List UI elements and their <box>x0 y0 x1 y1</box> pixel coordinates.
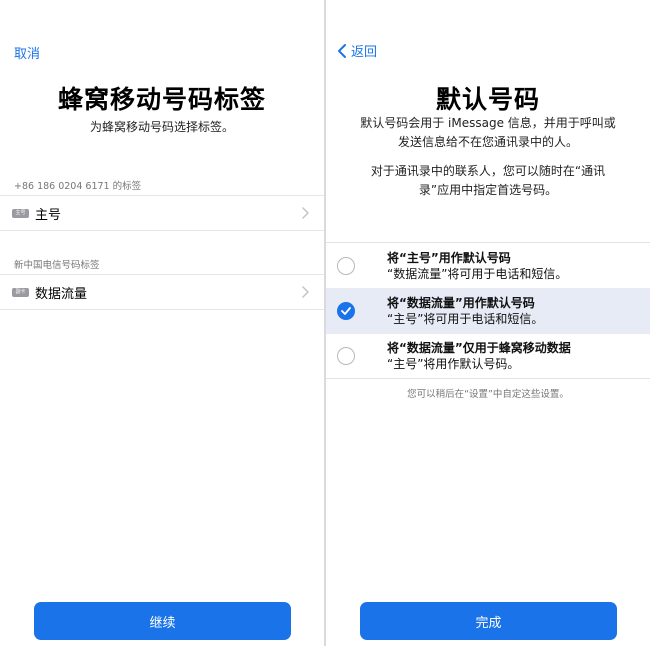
settings-footnote: 您可以稍后在“设置”中自定这些设置。 <box>407 389 569 400</box>
label-row-secondary[interactable]: 副卡 数据流量 <box>0 274 324 310</box>
page-subtitle: 为蜂窝移动号码选择标签。 <box>89 120 234 134</box>
chevron-right-icon <box>302 286 309 298</box>
option-title: 将“数据流量”用作默认号码 <box>387 296 535 310</box>
cancel-button[interactable]: 取消 <box>14 43 40 62</box>
page-title: 默认号码 <box>435 85 540 114</box>
section-label-secondary-number: 新中国电信号码标签 <box>14 260 100 271</box>
contacts-note-line: 对于通讯录中的联系人，您可以随时在“通讯 <box>370 164 606 178</box>
label-row-primary-text: 主号 <box>35 207 62 223</box>
radio-unchecked-icon <box>337 256 355 275</box>
option-data-default[interactable]: 将“数据流量”用作默认号码 “主号”将可用于电话和短信。 <box>326 288 650 333</box>
continue-button[interactable]: 继续 <box>34 602 291 640</box>
page-title: 蜂窝移动号码标签 <box>57 85 266 114</box>
cellular-label-screen: 取消 蜂窝移动号码标签 为蜂窝移动号码选择标签。 +86 186 0204 61… <box>0 0 324 646</box>
description-line: 默认号码会用于 iMessage 信息，并用于呼叫或 <box>360 116 616 130</box>
option-data-only[interactable]: 将“数据流量”仅用于蜂窝移动数据 “主号”将用作默认号码。 <box>326 333 650 378</box>
line-tag-badge: 副卡 <box>12 287 29 297</box>
option-title: 将“主号”用作默认号码 <box>387 250 511 265</box>
option-detail: “主号”将用作默认号码。 <box>387 357 520 371</box>
back-button[interactable]: 返回 <box>336 41 377 60</box>
chevron-right-icon <box>302 207 309 219</box>
label-row-primary[interactable]: 主号 主号 <box>0 195 324 231</box>
default-number-options: 将“主号”用作默认号码 “数据流量”将可用于电话和短信。 将“数据流量”用作默认… <box>326 242 650 379</box>
default-number-screen: 返回 默认号码 默认号码会用于 iMessage 信息，并用于呼叫或 发送信息给… <box>326 0 650 646</box>
contacts-note-line: 录”应用中指定首选号码。 <box>418 183 558 197</box>
section-label-primary-number: +86 186 0204 6171 的标签 <box>14 181 142 192</box>
label-row-secondary-text: 数据流量 <box>35 286 88 302</box>
option-title: 将“数据流量”仅用于蜂窝移动数据 <box>387 341 571 355</box>
description-line: 发送信息给不在您通讯录中的人。 <box>397 135 578 149</box>
option-detail: “主号”将可用于电话和短信。 <box>387 312 544 326</box>
back-button-label: 返回 <box>351 45 378 60</box>
done-button[interactable]: 完成 <box>360 602 617 640</box>
option-primary-default[interactable]: 将“主号”用作默认号码 “数据流量”将可用于电话和短信。 <box>326 243 650 288</box>
chevron-left-icon <box>338 43 346 58</box>
line-tag-badge: 主号 <box>12 208 29 218</box>
contacts-note: 对于通讯录中的联系人，您可以随时在“通讯 录”应用中指定首选号码。 <box>346 162 630 200</box>
radio-unchecked-icon <box>337 347 355 365</box>
description-text: 默认号码会用于 iMessage 信息，并用于呼叫或 发送信息给不在您通讯录中的… <box>346 114 630 152</box>
option-detail: “数据流量”将可用于电话和短信。 <box>387 266 568 281</box>
checkmark-icon <box>337 302 355 320</box>
